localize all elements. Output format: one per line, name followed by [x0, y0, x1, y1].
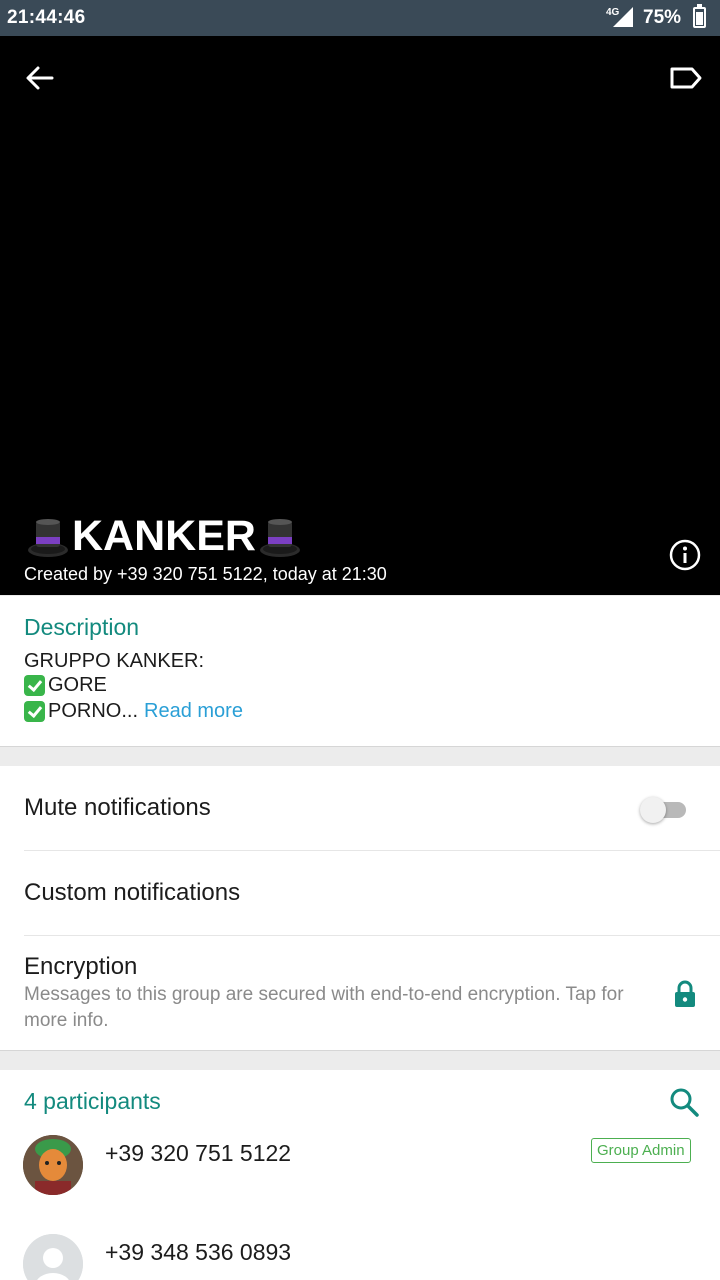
- participant-item[interactable]: +39 348 536 0893: [0, 1220, 720, 1280]
- participant-item[interactable]: +39 320 751 5122: [0, 1120, 720, 1216]
- toggle-knob: [640, 797, 666, 823]
- description-line: GRUPPO KANKER:: [24, 650, 204, 673]
- check-mark-icon: [24, 675, 45, 696]
- description-section[interactable]: Description GRUPPO KANKER: GORE PORNO...…: [0, 596, 720, 747]
- participants-heading: 4 participants: [24, 1088, 161, 1114]
- description-text: PORNO...: [48, 700, 139, 722]
- group-admin-badge: Group Admin: [591, 1138, 691, 1163]
- mute-notifications-label: Mute notifications: [24, 794, 211, 821]
- avatar: [23, 1234, 83, 1280]
- status-time: 21:44:46: [7, 7, 86, 28]
- search-icon[interactable]: [668, 1086, 700, 1118]
- participant-number: +39 320 751 5122: [105, 1140, 292, 1166]
- read-more-link[interactable]: Read more: [144, 700, 243, 723]
- encryption-label: Encryption: [24, 953, 138, 980]
- top-hat-icon: [259, 518, 300, 557]
- encryption-row[interactable]: Encryption Messages to this group are se…: [0, 936, 720, 1051]
- check-mark-icon: [24, 701, 45, 722]
- custom-notifications-label: Custom notifications: [24, 879, 241, 906]
- lock-icon: [675, 980, 695, 1007]
- description-heading: Description: [24, 614, 140, 640]
- signal-icon: [613, 7, 633, 27]
- back-arrow-icon[interactable]: [22, 60, 58, 96]
- mute-toggle[interactable]: [640, 797, 686, 823]
- info-icon[interactable]: [668, 538, 702, 572]
- description-text: GRUPPO KANKER:: [24, 650, 205, 672]
- default-avatar-icon: [23, 1234, 83, 1280]
- description-line: PORNO... Read more: [24, 700, 243, 723]
- settings-section: Mute notifications Custom notifications …: [0, 766, 720, 1051]
- group-name: KANKER: [72, 512, 256, 560]
- avatar: [23, 1135, 83, 1195]
- label-icon[interactable]: [666, 62, 704, 94]
- top-hat-icon: [28, 518, 68, 557]
- battery-icon: [693, 4, 706, 28]
- battery-percent: 75%: [643, 7, 682, 28]
- description-line: GORE: [24, 674, 107, 697]
- encryption-description: Messages to this group are secured with …: [24, 984, 624, 1031]
- participants-section: 4 participants +39 320 751 5122 Group Ad…: [0, 1070, 720, 1280]
- created-info: Created by +39 320 751 5122, today at 21…: [24, 564, 387, 584]
- participant-number: +39 348 536 0893: [105, 1239, 292, 1265]
- group-title: KANKER: [24, 512, 304, 561]
- status-bar: 21:44:46 4G 75%: [0, 0, 720, 36]
- mute-notifications-row[interactable]: Mute notifications: [0, 766, 720, 851]
- group-header: KANKER Created by +39 320 751 5122, toda…: [0, 36, 720, 595]
- avatar-image: [23, 1135, 83, 1195]
- description-text: GORE: [48, 674, 107, 696]
- custom-notifications-row[interactable]: Custom notifications: [0, 851, 720, 936]
